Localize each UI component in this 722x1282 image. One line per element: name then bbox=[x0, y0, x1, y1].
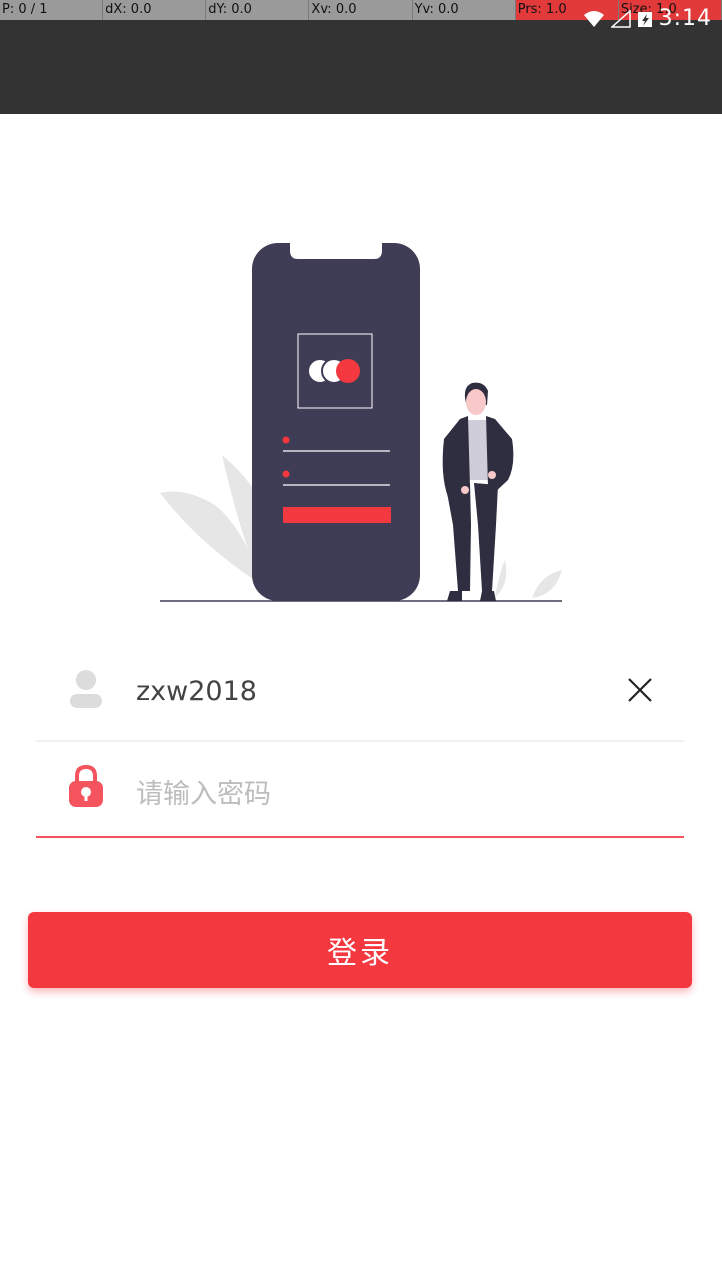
phone-field-dot-1 bbox=[282, 436, 290, 444]
leaf-right bbox=[532, 570, 562, 598]
debug-dx: dX: 0.0 bbox=[103, 0, 207, 20]
leaf-right-2 bbox=[495, 560, 507, 597]
debug-yv: Yv: 0.0 bbox=[412, 0, 516, 20]
signal-icon bbox=[610, 9, 631, 28]
debug-dy: dY: 0.0 bbox=[206, 0, 310, 20]
illustration-graphic bbox=[160, 243, 562, 602]
clock: 3:14 bbox=[658, 6, 712, 31]
phone-body bbox=[252, 243, 420, 601]
battery-icon bbox=[637, 11, 652, 27]
lock-icon bbox=[69, 764, 103, 807]
phone-login-bar bbox=[283, 507, 391, 523]
phone-notch bbox=[290, 243, 382, 259]
login-button[interactable]: 登录 bbox=[28, 912, 692, 988]
clear-icon[interactable] bbox=[626, 676, 654, 704]
login-illustration bbox=[0, 225, 722, 615]
debug-xv: Xv: 0.0 bbox=[309, 0, 413, 20]
logo-circle-3 bbox=[336, 359, 360, 383]
user-icon bbox=[70, 670, 102, 708]
username-input[interactable]: zxw2018 bbox=[136, 676, 257, 707]
password-field[interactable]: 请输入密码 bbox=[36, 742, 684, 838]
phone-field-dot-2 bbox=[282, 470, 290, 478]
system-icons: 3:14 bbox=[583, 6, 712, 31]
username-field[interactable]: zxw2018 bbox=[36, 650, 684, 742]
wifi-icon bbox=[583, 10, 604, 27]
password-input[interactable]: 请输入密码 bbox=[136, 772, 271, 811]
status-bar: P: 0 / 1 dX: 0.0 dY: 0.0 Xv: 0.0 Yv: 0.0… bbox=[0, 0, 722, 114]
debug-p: P: 0 / 1 bbox=[0, 0, 104, 20]
